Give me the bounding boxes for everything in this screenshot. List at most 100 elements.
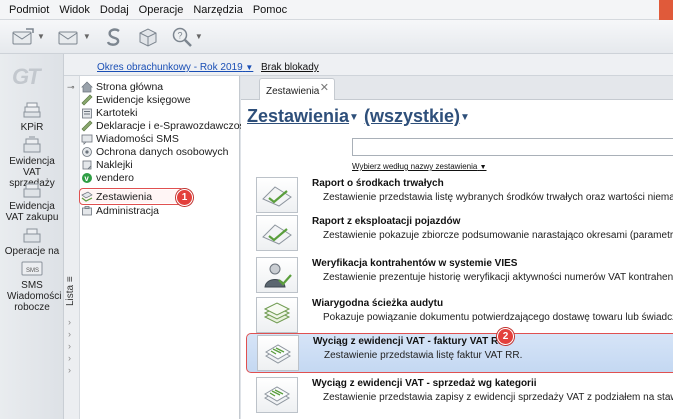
vendero-icon: v <box>82 172 92 183</box>
dropdown-arrow-icon[interactable]: ▼ <box>195 32 203 41</box>
vat-purchase-icon <box>23 183 41 198</box>
report-description: Zestawienie pokazuje zbiorcze podsumowan… <box>323 230 673 241</box>
dropdown-arrow-icon: ▼ <box>479 164 487 171</box>
block-status-link[interactable]: Brak blokady <box>261 62 319 73</box>
declaration-icon <box>81 120 93 131</box>
tree-item-sms[interactable]: Wiadomości SMS <box>81 132 179 145</box>
chart-check-icon <box>256 215 298 251</box>
menu-narzedzia[interactable]: Narzędzia <box>188 4 248 16</box>
envelope-send-button[interactable]: ▼ <box>8 24 48 50</box>
symbol-s-button[interactable] <box>100 24 128 50</box>
tree-item-ledgers[interactable]: Ewidencje księgowe <box>81 93 191 106</box>
dropdown-arrow-icon[interactable]: ▼ <box>37 32 45 41</box>
report-row[interactable]: Weryfikacja kontrahentów w systemie VIES… <box>246 256 673 296</box>
help-search-button[interactable]: ? ▼ <box>168 24 206 50</box>
module-label: Ewidencja VAT zakupu <box>5 201 59 223</box>
report-row-selected[interactable]: Wyciąg z ewidencji VAT - faktury VAT RR … <box>246 333 673 373</box>
page-title: Zestawienia▼ (wszystkie)▼ <box>247 106 470 127</box>
tree-item-reports[interactable]: Zestawienia <box>79 188 184 205</box>
envelope-send-icon <box>12 27 34 44</box>
document-list-icon <box>257 335 299 371</box>
package-button[interactable] <box>134 24 162 50</box>
tree-item-declarations[interactable]: Deklaracje i e-Sprawozdawczość <box>81 119 250 132</box>
report-title: Raport z eksploatacji pojazdów <box>312 216 461 227</box>
dropdown-arrow-icon[interactable]: ▼ <box>83 32 91 41</box>
tree-item-stickers[interactable]: Naklejki <box>81 158 133 171</box>
person-check-icon <box>256 257 298 293</box>
tree-item-home[interactable]: Strona główna <box>81 80 163 93</box>
report-description: Pokazuje powiązanie dokumentu potwierdza… <box>323 312 673 323</box>
tab-label: Zestawienia <box>266 86 320 97</box>
tree-gutter: ⊸ Lista ≡ › › › › › <box>64 76 80 419</box>
report-row[interactable]: Wyciąg z ewidencji VAT - sprzedaż wg kat… <box>246 376 673 416</box>
tree-item-label: vendero <box>96 171 134 184</box>
fixed-assets-icon <box>23 228 41 243</box>
module-label: Operacje na środkach trw. <box>4 246 60 256</box>
tree-item-vendero[interactable]: v vendero <box>81 171 134 184</box>
report-title: Wyciąg z ewidencji VAT - faktury VAT RR <box>313 336 506 347</box>
tree-item-label: Wiadomości SMS <box>96 132 179 145</box>
svg-text:SMS: SMS <box>26 268 39 274</box>
envelope-receive-icon <box>58 31 78 44</box>
close-icon[interactable]: ✕ <box>320 81 329 94</box>
chevron-down-icon[interactable]: ▼ <box>349 112 359 123</box>
title-filter-selector[interactable]: (wszystkie) <box>364 106 460 126</box>
menu-operacje[interactable]: Operacje <box>134 4 189 16</box>
sort-by-name-link[interactable]: Wybierz według nazwy zestawienia ▼ <box>352 162 487 171</box>
book-stack-icon <box>23 102 41 118</box>
tree-item-label: Strona główna <box>96 80 164 93</box>
tree-item-label: Kartoteki <box>96 106 138 119</box>
vat-sales-icon <box>23 136 41 153</box>
app-logo: GT <box>12 64 41 89</box>
report-title: Wyciąg z ewidencji VAT - sprzedaż wg kat… <box>312 378 537 389</box>
chevron-down-icon[interactable]: ▼ <box>460 112 470 123</box>
tree-item-label: Deklaracje i e-Sprawozdawczość <box>96 119 251 132</box>
data-protection-icon <box>82 146 92 157</box>
envelope-receive-button[interactable]: ▼ <box>54 24 94 50</box>
period-selector[interactable]: Okres obrachunkowy - Rok 2019 ▼ <box>97 62 253 73</box>
tree-item-card-files[interactable]: Kartoteki <box>81 106 137 119</box>
list-side-text: Lista <box>65 284 76 306</box>
help-search-icon: ? <box>172 27 192 47</box>
reports-main-panel: Zestawienia ✕ Zestawienia▼ (wszystkie)▼ … <box>241 76 673 419</box>
module-kpir[interactable]: KPiR <box>0 102 64 133</box>
tree-item-label: Ochrona danych osobowych <box>96 145 229 158</box>
document-list-icon <box>256 377 298 413</box>
module-fixed-assets[interactable]: Operacje na środkach trw. <box>0 226 64 256</box>
module-vat-purchase[interactable]: Ewidencja VAT zakupu <box>0 181 64 223</box>
report-description: Zestawienie przedstawia zapisy z ewidenc… <box>323 392 673 403</box>
chart-check-icon <box>256 177 298 213</box>
callout-badge-2: 2 <box>497 328 514 345</box>
menu-podmiot[interactable]: Podmiot <box>4 4 54 16</box>
tree-item-label: Administracja <box>96 204 160 217</box>
report-row[interactable]: Raport z eksploatacji pojazdów Zestawien… <box>246 214 673 254</box>
menu-bar: Podmiot Widok Dodaj Operacje Narzędzia P… <box>0 0 673 20</box>
title-category-selector[interactable]: Zestawienia <box>247 106 349 126</box>
tree-item-data-protection[interactable]: Ochrona danych osobowych <box>81 145 229 158</box>
report-search-input[interactable] <box>352 138 673 156</box>
ledger-icon <box>81 94 93 105</box>
menu-pomoc[interactable]: Pomoc <box>248 4 292 16</box>
svg-text:?: ? <box>177 30 182 40</box>
tree-item-admin[interactable]: Administracja <box>81 204 159 217</box>
report-row[interactable]: Wiarygodna ścieżka audytu Pokazuje powią… <box>246 296 673 336</box>
tab-zestawienia[interactable]: Zestawienia ✕ <box>259 78 335 100</box>
report-description: Zestawienie przedstawia listę faktur VAT… <box>324 350 523 361</box>
pin-icon[interactable]: ⊸ <box>67 82 75 93</box>
card-file-icon <box>82 108 92 118</box>
tree-item-label: Zestawienia <box>96 190 153 203</box>
module-label: KPiR <box>20 122 44 133</box>
symbol-s-icon <box>106 27 120 46</box>
reports-icon <box>81 191 93 202</box>
callout-badge-1: 1 <box>176 189 193 206</box>
menu-widok[interactable]: Widok <box>54 4 95 16</box>
report-row[interactable]: Raport o środkach trwałych Zestawienie p… <box>246 176 673 216</box>
report-title: Wiarygodna ścieżka audytu <box>312 298 444 309</box>
document-tab-strip: Zestawienia ✕ <box>241 76 673 100</box>
menu-dodaj[interactable]: Dodaj <box>95 4 134 16</box>
module-sms[interactable]: SMS SMS Wiadomości robocze <box>0 260 64 313</box>
sort-label: Wybierz według nazwy zestawienia <box>352 162 478 171</box>
list-side-label[interactable]: Lista ≡ <box>65 266 79 306</box>
report-title: Weryfikacja kontrahentów w systemie VIES <box>312 258 518 269</box>
dropdown-arrow-icon: ▼ <box>245 63 254 72</box>
